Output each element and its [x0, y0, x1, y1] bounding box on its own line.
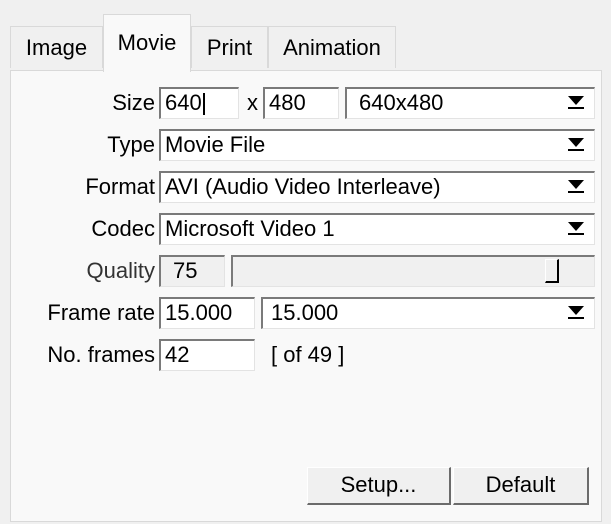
- tab-animation[interactable]: Animation: [268, 26, 396, 68]
- type-dropdown[interactable]: Movie File: [159, 129, 595, 161]
- quality-slider-thumb[interactable]: [545, 259, 559, 283]
- dropdown-arrow-icon: [566, 96, 586, 110]
- frame-rate-preset-value: 15.000: [271, 300, 339, 325]
- type-label: Type: [107, 132, 155, 157]
- format-value: AVI (Audio Video Interleave): [165, 174, 441, 199]
- quality-value: 75: [159, 255, 225, 287]
- frames-input[interactable]: 42: [159, 339, 255, 371]
- tab-image[interactable]: Image: [10, 26, 103, 68]
- movie-tab-panel: Size 640 x 480 640x480 Type Movie File F…: [10, 70, 602, 522]
- frame-rate-label: Frame rate: [47, 300, 155, 325]
- dropdown-arrow-icon: [566, 222, 586, 236]
- size-height-input[interactable]: 480: [263, 87, 339, 119]
- frames-label: No. frames: [47, 342, 155, 367]
- format-dropdown[interactable]: AVI (Audio Video Interleave): [159, 171, 595, 203]
- movie-settings-dialog: Image Movie Print Animation Size 640 x 4…: [0, 0, 611, 524]
- format-label: Format: [85, 174, 155, 199]
- type-value: Movie File: [165, 132, 266, 157]
- dropdown-arrow-icon: [566, 306, 586, 320]
- tab-print[interactable]: Print: [191, 26, 268, 68]
- codec-value: Microsoft Video 1: [165, 216, 335, 241]
- size-preset-value: 640x480: [359, 90, 444, 115]
- text-caret: [202, 93, 205, 116]
- setup-button[interactable]: Setup...: [307, 467, 451, 505]
- quality-slider[interactable]: [231, 255, 595, 287]
- size-separator: x: [247, 90, 258, 115]
- size-width-value: 640: [165, 90, 202, 115]
- codec-label: Codec: [91, 216, 155, 241]
- frames-total-text: [ of 49 ]: [271, 342, 345, 367]
- dropdown-arrow-icon: [566, 180, 586, 194]
- tab-movie[interactable]: Movie: [103, 14, 191, 72]
- default-button[interactable]: Default: [453, 467, 589, 505]
- size-width-input[interactable]: 640: [159, 87, 239, 119]
- quality-label: Quality: [86, 258, 155, 283]
- frame-rate-input[interactable]: 15.000: [159, 297, 255, 329]
- size-label: Size: [112, 90, 155, 115]
- dropdown-arrow-icon: [566, 138, 586, 152]
- codec-dropdown[interactable]: Microsoft Video 1: [159, 213, 595, 245]
- frame-rate-dropdown[interactable]: 15.000: [261, 297, 595, 329]
- size-preset-dropdown[interactable]: 640x480: [345, 87, 595, 119]
